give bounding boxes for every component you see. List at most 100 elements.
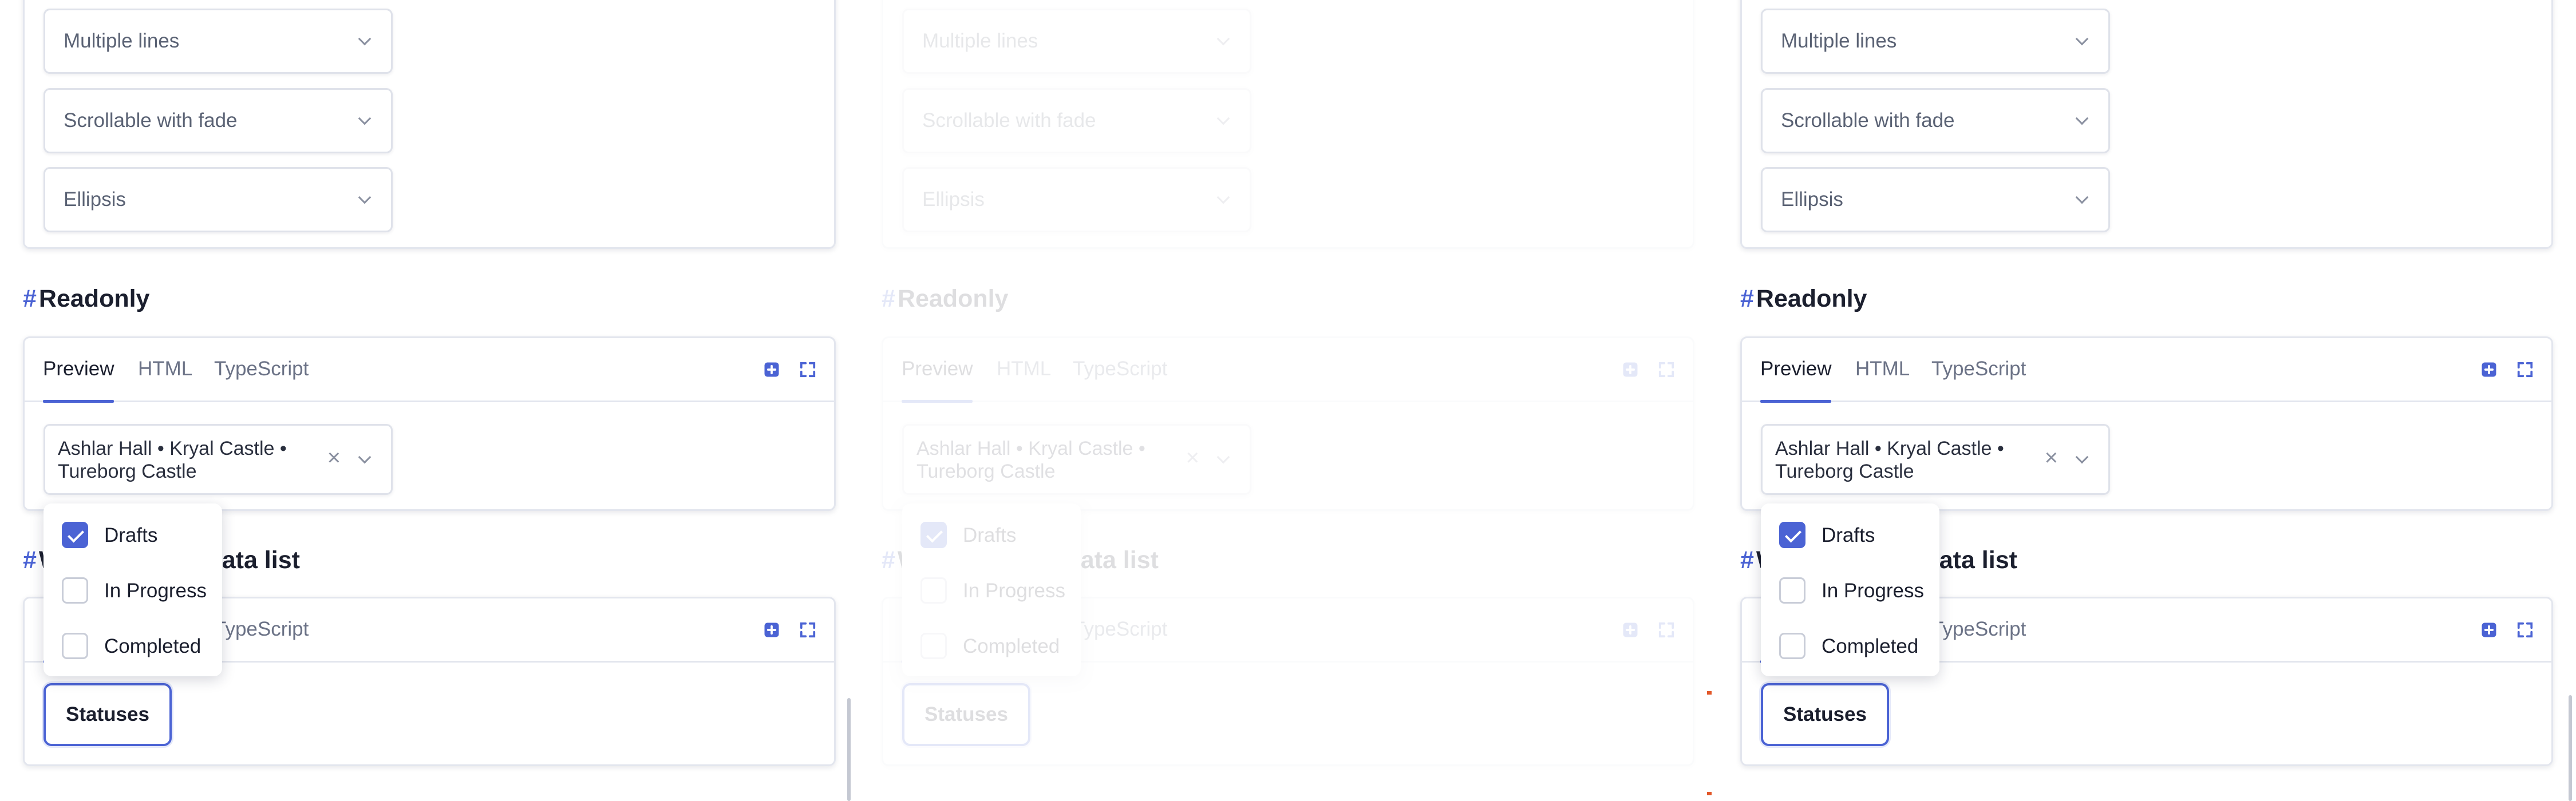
chevron-down-icon [1216,112,1230,125]
overflow-mode-select[interactable]: Ellipsis [1761,167,2110,232]
overflow-mode-select[interactable]: Multiple lines [44,9,393,74]
chevron-down-icon [2075,450,2089,464]
fullscreen-icon[interactable] [1658,361,1675,378]
option-label: Completed [104,635,202,657]
select-value: Scrollable with fade [64,109,238,132]
statuses-button[interactable]: Statuses [44,683,172,746]
scrollbar[interactable] [2569,695,2572,801]
readonly-multiselect[interactable]: Ashlar Hall • Kryal Castle • Tureborg Ca… [44,424,393,495]
readonly-multiselect[interactable]: Ashlar Hall • Kryal Castle • Tureborg Ca… [1761,424,2110,495]
overflow-mode-select[interactable]: Scrollable with fade [1761,88,2110,153]
selected-values: Ashlar Hall • Kryal Castle • Tureborg Ca… [1775,438,2004,482]
selected-values: Ashlar Hall • Kryal Castle • Tureborg Ca… [916,438,1145,482]
tab-typescript[interactable]: TypeScript [214,358,309,380]
clear-icon[interactable]: × [2045,446,2058,469]
marker [1707,691,1712,695]
tab-typescript[interactable]: TypeScript [1931,358,2026,380]
checked-checkbox-icon[interactable] [1779,522,1805,548]
anchor-link[interactable]: # [23,285,37,312]
option-label: Drafts [963,524,1017,546]
chevron-down-icon [358,191,372,204]
checkbox-icon[interactable] [1779,577,1805,604]
readonly-example-card: Preview HTML TypeScript Ashlar Hall • Krya… [23,336,836,511]
tab-html[interactable]: HTML [138,358,192,380]
checkbox-icon[interactable] [62,633,88,659]
open-in-editor-icon[interactable] [1622,361,1639,378]
panel-1: Multiple lines Scrollable with fade Elli… [0,0,859,801]
option-label: In Progress [104,580,207,602]
select-value: Ellipsis [1781,188,1843,211]
statuses-button[interactable]: Statuses [902,683,1030,746]
option-label: In Progress [1822,580,1924,602]
select-value: Multiple lines [64,30,180,52]
tab-html[interactable]: HTML [1855,358,1910,380]
clear-icon[interactable]: × [327,446,341,469]
overflow-examples-card: Multiple lines Scrollable with fade Elli… [1740,0,2553,249]
overflow-mode-select[interactable]: Ellipsis [902,167,1251,232]
select-value: Scrollable with fade [1781,109,1955,132]
open-in-editor-icon[interactable] [2480,621,2498,639]
chevron-down-icon [358,112,372,125]
anchor-link[interactable]: # [1740,285,1754,312]
chevron-down-icon [358,32,372,46]
status-dropdown-menu: Drafts In Progress Completed [44,503,222,676]
overflow-mode-select[interactable]: Multiple lines [1761,9,2110,74]
clear-icon[interactable]: × [1186,446,1199,469]
checkbox-icon[interactable] [920,633,947,659]
tab-typescript[interactable]: TypeScript [1073,618,1167,641]
option-label: Completed [1822,635,1919,657]
tab-typescript[interactable]: TypeScript [1073,358,1167,380]
anchor-link[interactable]: # [1740,546,1754,574]
fullscreen-icon[interactable] [2516,621,2534,639]
select-value: Multiple lines [1781,30,1897,52]
checkbox-icon[interactable] [1779,633,1805,659]
fullscreen-icon[interactable] [799,621,816,639]
chevron-down-icon [1216,450,1230,464]
readonly-example-card: Preview HTML TypeScript Ashlar Hall • Krya… [882,336,1694,511]
open-in-editor-icon[interactable] [763,361,780,378]
overflow-mode-select[interactable]: Multiple lines [902,9,1251,74]
anchor-link[interactable]: # [882,546,895,574]
section-heading-readonly: #Readonly [1740,285,1867,312]
tab-preview[interactable]: Preview [1760,358,1832,403]
tab-preview[interactable]: Preview [902,358,973,403]
anchor-link[interactable]: # [882,285,895,312]
tab-typescript[interactable]: TypeScript [1931,618,2026,641]
tab-html[interactable]: HTML [997,358,1051,380]
panel-3: Multiple lines Scrollable with fade Elli… [1717,0,2576,801]
scrollbar[interactable] [847,698,851,801]
overflow-mode-select[interactable]: Ellipsis [44,167,393,232]
tab-typescript[interactable]: TypeScript [214,618,309,641]
chevron-down-icon [2075,112,2089,125]
statuses-button[interactable]: Statuses [1761,683,1889,746]
overflow-examples-card: Multiple lines Scrollable with fade Elli… [882,0,1694,249]
chevron-down-icon [1216,32,1230,46]
open-in-editor-icon[interactable] [763,621,780,639]
overflow-mode-select[interactable]: Scrollable with fade [44,88,393,153]
readonly-example-card: Preview HTML TypeScript Ashlar Hall • Krya… [1740,336,2553,511]
fullscreen-icon[interactable] [2516,361,2534,378]
open-in-editor-icon[interactable] [1622,621,1639,639]
fullscreen-icon[interactable] [1658,621,1675,639]
overflow-mode-select[interactable]: Scrollable with fade [902,88,1251,153]
anchor-link[interactable]: # [23,546,37,574]
marker [1707,792,1712,795]
section-heading-readonly: #Readonly [23,285,150,312]
select-value: Scrollable with fade [922,109,1096,132]
select-value: Ellipsis [64,188,126,211]
option-label: Drafts [1822,524,1875,546]
fullscreen-icon[interactable] [799,361,816,378]
status-dropdown-menu: Drafts In Progress Completed [1761,503,1939,676]
checkbox-icon[interactable] [920,577,947,604]
option-label: Completed [963,635,1060,657]
selected-values: Ashlar Hall • Kryal Castle • Tureborg Ca… [58,438,287,482]
readonly-multiselect[interactable]: Ashlar Hall • Kryal Castle • Tureborg Ca… [902,424,1251,495]
tab-preview[interactable]: Preview [43,358,114,403]
chevron-down-icon [2075,32,2089,46]
option-label: In Progress [963,580,1065,602]
open-in-editor-icon[interactable] [2480,361,2498,378]
checked-checkbox-icon[interactable] [920,522,947,548]
chevron-down-icon [1216,191,1230,204]
checked-checkbox-icon[interactable] [62,522,88,548]
checkbox-icon[interactable] [62,577,88,604]
